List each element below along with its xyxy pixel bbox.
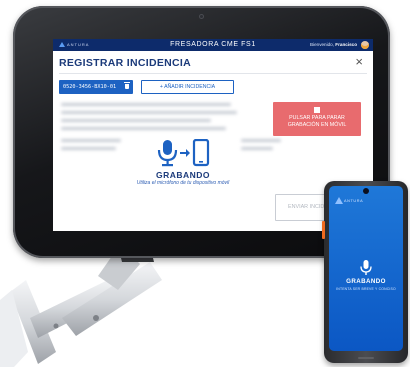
phone-brand-name: ANTURA [344,199,364,203]
microphone-icon [157,140,178,167]
greeting-text: Bienvenido, [310,42,335,47]
stop-recording-button[interactable]: PULSAR PARA PARAR GRABACIÓN EN MÓVIL [273,102,361,136]
phone-side-button [322,221,325,239]
smartphone-device: ANTURA GRABANDO INTENTA SER BREVE Y CONC… [322,181,408,363]
arrow-right-icon [180,149,190,157]
smartphone-icon [192,139,210,167]
user-name: Francisco [335,42,357,47]
microphone-icon [360,260,372,275]
recording-illustration [157,139,210,167]
phone-screen: ANTURA GRABANDO INTENTA SER BREVE Y CONC… [329,186,403,351]
header-divider [59,73,367,74]
app-header: ANTURA FRESADORA CME FS1 Bienvenido, Fra… [53,39,373,51]
phone-recording-status: GRABANDO [346,278,386,285]
blurred-description [61,103,239,135]
recording-hint: Utiliza el micrófono de tu dispositivo m… [136,180,230,186]
phone-speaker [358,357,374,359]
tablet-camera [199,14,204,19]
close-icon[interactable]: × [355,55,363,68]
trash-icon[interactable] [124,82,130,89]
add-incident-button[interactable]: + AÑADIR INCIDENCIA [141,80,234,94]
blurred-description-right [241,139,281,155]
brand-logo-icon [335,197,343,204]
recording-status: GRABANDO [155,170,211,180]
avatar[interactable] [361,41,369,49]
incident-code-chip[interactable]: 0520-3456-BX10-01 [59,80,133,94]
phone-recording-hint: INTENTA SER BREVE Y CONCISO [336,287,396,291]
incident-code: 0520-3456-BX10-01 [63,84,117,90]
phone-camera [363,188,369,194]
stop-recording-label: PULSAR PARA PARAR GRABACIÓN EN MÓVIL [287,115,347,128]
page-title: REGISTRAR INCIDENCIA [59,57,192,69]
stop-icon [314,107,320,113]
user-greeting: Bienvenido, Francisco [310,39,357,51]
